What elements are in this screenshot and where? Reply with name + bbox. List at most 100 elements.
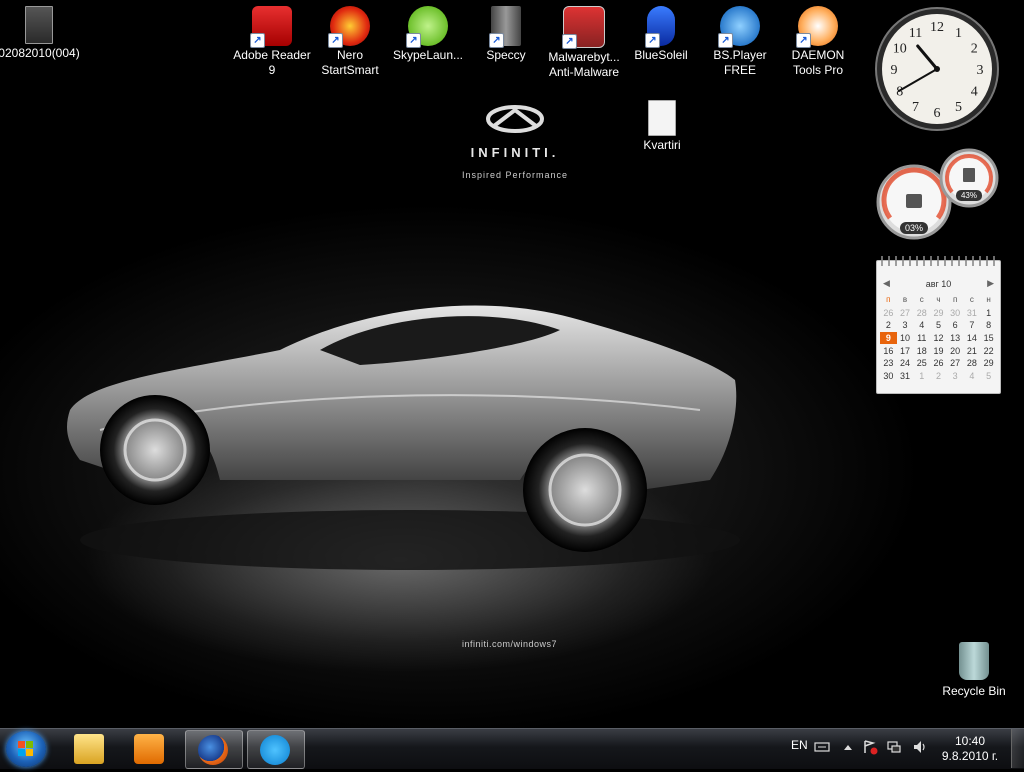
calendar-day[interactable]: 26 <box>880 307 897 320</box>
desktop-icon-kvartiri[interactable]: Kvartiri <box>621 100 703 153</box>
system-clock[interactable]: 10:40 9.8.2010 г. <box>940 734 1000 764</box>
calendar-day[interactable]: 16 <box>880 344 897 357</box>
clock-number: 12 <box>930 20 944 35</box>
firefox-icon <box>198 735 228 765</box>
clock-number: 10 <box>893 42 907 57</box>
desktop-icon-label: Malwarebyt... Anti-Malware <box>548 50 620 79</box>
calendar-day[interactable]: 25 <box>913 357 930 370</box>
malwarebytes-icon: ↗ <box>562 6 605 49</box>
calendar-weekday: н <box>986 295 991 305</box>
media-player-icon <box>134 734 164 764</box>
bsplayer-icon: ↗ <box>718 6 760 48</box>
calendar-day[interactable]: 15 <box>980 332 997 345</box>
calendar-day[interactable]: 21 <box>964 344 981 357</box>
calendar-day[interactable]: 17 <box>897 344 914 357</box>
desktop-icon-bsplayer[interactable]: ↗ BS.Player FREE <box>699 6 781 78</box>
keyboard-icon[interactable] <box>814 739 830 755</box>
calendar-day[interactable]: 2 <box>930 370 947 383</box>
shortcut-arrow-icon: ↗ <box>328 33 343 48</box>
calendar-day[interactable]: 4 <box>964 370 981 383</box>
shortcut-arrow-icon: ↗ <box>796 33 811 48</box>
desktop-icon-malwarebytes[interactable]: ↗ Malwarebyt... Anti-Malware <box>543 6 625 80</box>
calendar-day[interactable]: 23 <box>880 357 897 370</box>
calendar-day[interactable]: 8 <box>980 319 997 332</box>
calendar-weekday: в <box>902 295 908 305</box>
desktop-icon-label: BS.Player FREE <box>713 48 767 77</box>
memory-usage-value: 43% <box>961 191 977 200</box>
show-hidden-icons-icon[interactable] <box>840 739 856 755</box>
calendar-day[interactable]: 24 <box>897 357 914 370</box>
calendar-weekday: с <box>969 295 974 305</box>
calendar-day[interactable]: 3 <box>947 370 964 383</box>
action-center-icon[interactable] <box>862 739 878 755</box>
desktop-icon-label: Recycle Bin <box>942 684 1006 698</box>
desktop-icon-recycle-bin[interactable]: Recycle Bin <box>936 642 1012 698</box>
calendar-day[interactable]: 30 <box>947 307 964 320</box>
calendar-gadget[interactable]: ◀ авг 10 ▶ п в с ч п с н 26 27 28 29 30 31 1 2 3 4 5 6 7 8 9 1… <box>876 256 1001 394</box>
desktop-icon-daemon-tools[interactable]: ↗ DAEMON Tools Pro <box>777 6 859 78</box>
desktop-icon-nero[interactable]: ↗ Nero StartSmart <box>309 6 391 78</box>
calendar-day[interactable]: 31 <box>964 307 981 320</box>
desktop-icon-photo[interactable]: 02082010(004) <box>0 6 80 61</box>
windows-logo-icon <box>18 741 33 756</box>
calendar-day[interactable]: 6 <box>947 319 964 332</box>
daemon-tools-icon: ↗ <box>796 6 838 48</box>
desktop-icon-adobe-reader[interactable]: ↗ Adobe Reader 9 <box>231 6 313 78</box>
calendar-rings <box>881 256 996 266</box>
next-month-button[interactable]: ▶ <box>987 278 994 289</box>
calendar-day[interactable]: 1 <box>913 370 930 383</box>
show-desktop-button[interactable] <box>1011 729 1024 768</box>
windows-explorer-icon <box>74 734 104 764</box>
recycle-bin-icon <box>959 642 989 680</box>
desktop-icon-label: DAEMON Tools Pro <box>791 48 845 77</box>
calendar-day[interactable]: 28 <box>913 307 930 320</box>
calendar-day[interactable]: 7 <box>964 319 981 332</box>
clock-number: 6 <box>934 106 941 121</box>
photo-file-icon <box>25 6 53 44</box>
calendar-day[interactable]: 5 <box>980 370 997 383</box>
taskbar-firefox-button[interactable] <box>185 730 243 769</box>
calendar-day[interactable]: 26 <box>930 357 947 370</box>
calendar-day[interactable]: 9 <box>880 331 897 345</box>
calendar-day[interactable]: 31 <box>897 370 914 383</box>
taskbar-media-player-button[interactable] <box>122 730 178 767</box>
calendar-day[interactable]: 18 <box>913 344 930 357</box>
calendar-day[interactable]: 29 <box>980 357 997 370</box>
wallpaper-url: infiniti.com/windows7 <box>462 639 558 649</box>
cpu-meter-gadget[interactable]: 03% 43% <box>874 148 1000 240</box>
desktop-icon-label: Adobe Reader 9 <box>233 48 311 77</box>
calendar-day[interactable]: 12 <box>930 332 947 345</box>
volume-icon[interactable] <box>912 739 928 755</box>
calendar-day[interactable]: 30 <box>880 370 897 383</box>
desktop-icon-skypelauncher[interactable]: ↗ SkypeLaun... <box>387 6 469 63</box>
calendar-day[interactable]: 14 <box>964 332 981 345</box>
tray-language[interactable]: EN <box>791 738 808 752</box>
calendar-day[interactable]: 27 <box>897 307 914 320</box>
calendar-day[interactable]: 2 <box>880 319 897 332</box>
start-button[interactable] <box>6 731 46 767</box>
shortcut-arrow-icon: ↗ <box>645 33 660 48</box>
clock-number: 1 <box>955 26 962 41</box>
calendar-day[interactable]: 22 <box>980 344 997 357</box>
clock-gadget[interactable]: 12 12 3 45678 9 1011 <box>874 6 1000 132</box>
calendar-day[interactable]: 3 <box>897 319 914 332</box>
calendar-day[interactable]: 13 <box>947 332 964 345</box>
taskbar-explorer-button[interactable] <box>62 730 118 767</box>
calendar-day[interactable]: 20 <box>947 344 964 357</box>
calendar-day[interactable]: 29 <box>930 307 947 320</box>
calendar-day[interactable]: 19 <box>930 344 947 357</box>
calendar-day[interactable]: 1 <box>980 307 997 320</box>
calendar-day[interactable]: 4 <box>913 319 930 332</box>
desktop-icon-bluesoleil[interactable]: ↗ BlueSoleil <box>620 6 702 63</box>
calendar-day[interactable]: 28 <box>964 357 981 370</box>
system-date: 9.8.2010 г. <box>941 749 999 763</box>
taskbar-skype-button[interactable] <box>247 730 305 769</box>
calendar-grid: п в с ч п с н 26 27 28 29 30 31 1 2 3 4 5 6 7 8 9 10 11 12 13 14 15… <box>880 294 997 382</box>
desktop-icon-speccy[interactable]: ↗ Speccy <box>465 6 547 63</box>
calendar-day[interactable]: 11 <box>913 332 930 345</box>
desktop[interactable]: INFINITI. Inspired Performance infiniti.… <box>0 0 1024 728</box>
network-icon[interactable] <box>886 739 902 755</box>
calendar-day[interactable]: 5 <box>930 319 947 332</box>
calendar-day[interactable]: 10 <box>897 332 914 345</box>
calendar-day[interactable]: 27 <box>947 357 964 370</box>
